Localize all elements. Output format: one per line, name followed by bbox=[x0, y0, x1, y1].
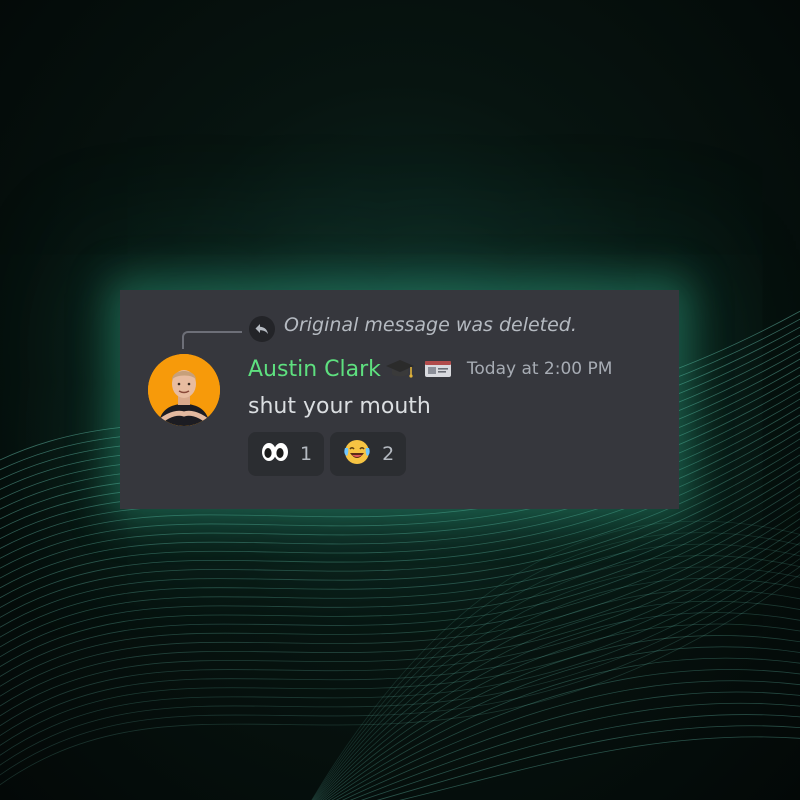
avatar[interactable] bbox=[148, 354, 220, 426]
graduation-cap-icon[interactable] bbox=[385, 357, 415, 381]
wave-line bbox=[316, 589, 800, 800]
reactions-bar: 1 2 bbox=[248, 432, 407, 476]
laughing-tears-emoji-icon bbox=[342, 437, 372, 471]
reply-deleted-notice[interactable]: Original message was deleted. bbox=[284, 314, 577, 336]
wave-line bbox=[315, 577, 800, 800]
reply-arrow-icon bbox=[249, 316, 275, 342]
wave-line bbox=[312, 532, 800, 800]
id-card-icon[interactable] bbox=[423, 357, 453, 381]
wave-line bbox=[311, 520, 800, 800]
wave-line bbox=[0, 510, 800, 707]
message-header: Austin Clark Today at 2:00 PM bbox=[248, 354, 612, 384]
reaction-laughing[interactable]: 2 bbox=[330, 432, 407, 476]
author-name[interactable]: Austin Clark bbox=[248, 357, 381, 382]
reaction-count: 1 bbox=[300, 443, 313, 465]
eyes-emoji-icon bbox=[260, 441, 290, 467]
message-content: shut your mouth bbox=[248, 394, 431, 419]
reaction-count: 2 bbox=[382, 443, 395, 465]
reaction-eyes[interactable]: 1 bbox=[248, 432, 325, 476]
message-timestamp[interactable]: Today at 2:00 PM bbox=[467, 359, 613, 379]
wave-line bbox=[0, 573, 800, 786]
message-card[interactable]: Original message was deleted. Austin Cla… bbox=[120, 290, 679, 509]
wave-line bbox=[312, 543, 800, 800]
reply-connector bbox=[182, 331, 242, 349]
wave-line bbox=[360, 714, 800, 800]
